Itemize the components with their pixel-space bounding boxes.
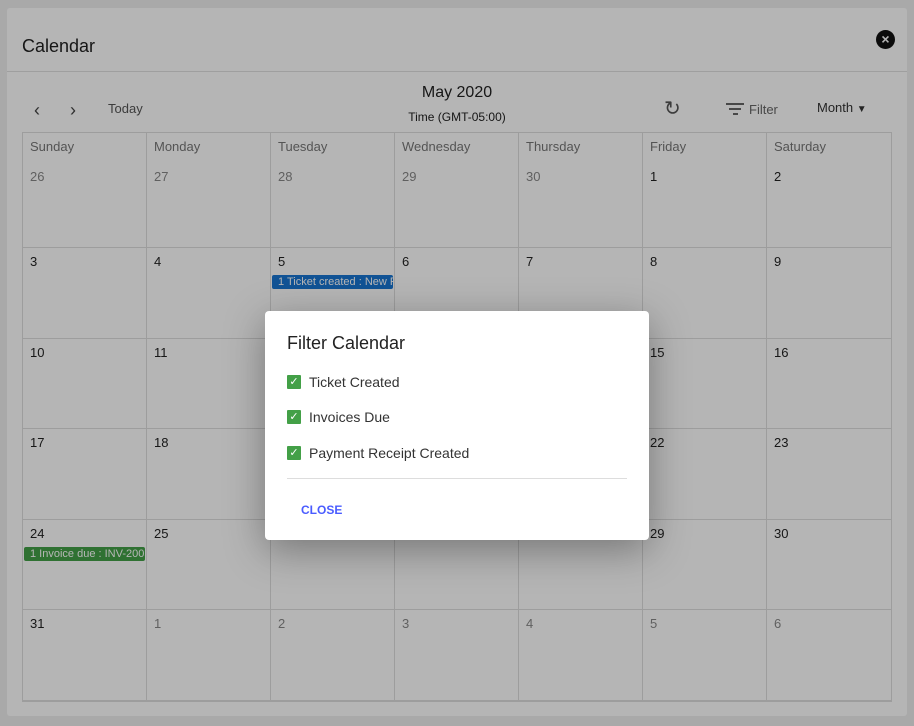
- checkbox-checked-icon[interactable]: ✓: [287, 410, 301, 424]
- checkbox-checked-icon[interactable]: ✓: [287, 375, 301, 389]
- close-button[interactable]: CLOSE: [301, 503, 342, 517]
- dialog-title: Filter Calendar: [287, 333, 406, 353]
- option-label: Ticket Created: [309, 374, 400, 390]
- filter-dialog: Filter Calendar ✓ Ticket Created ✓ Invoice…: [265, 311, 649, 540]
- filter-option-invoices-due[interactable]: ✓ Invoices Due: [287, 409, 390, 425]
- option-label: Payment Receipt Created: [309, 445, 470, 461]
- filter-option-payment-receipt[interactable]: ✓ Payment Receipt Created: [287, 445, 469, 461]
- checkbox-checked-icon[interactable]: ✓: [287, 446, 301, 460]
- divider: [287, 478, 627, 479]
- filter-option-ticket-created[interactable]: ✓ Ticket Created: [287, 374, 400, 390]
- option-label: Invoices Due: [309, 409, 390, 425]
